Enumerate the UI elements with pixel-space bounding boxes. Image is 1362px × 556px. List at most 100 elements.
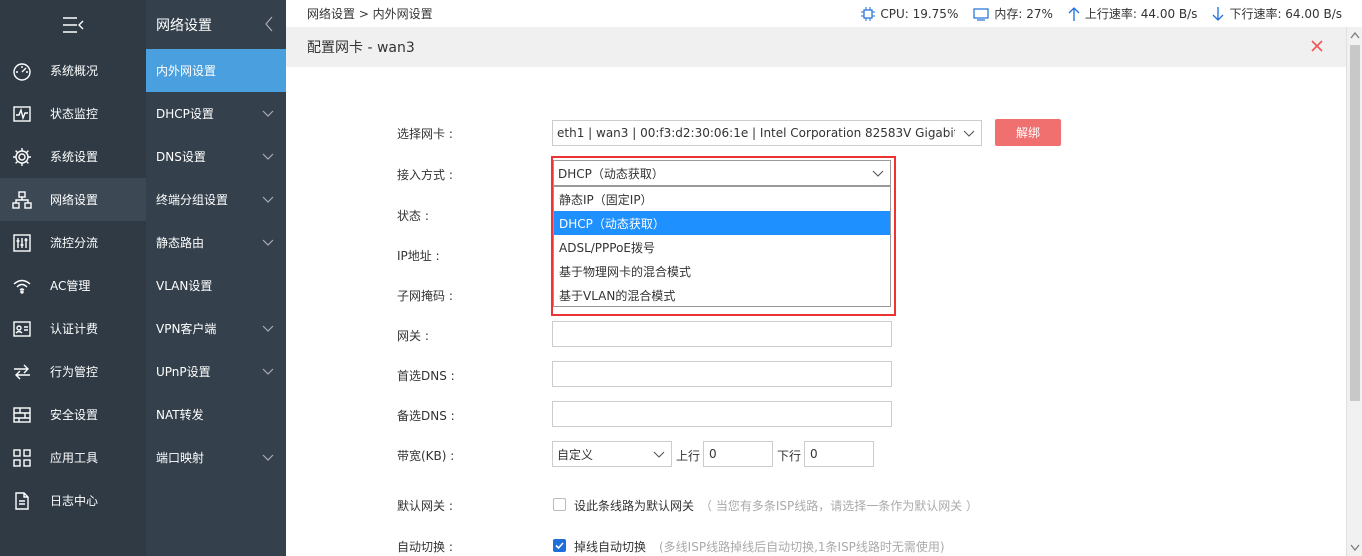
submenu-item-label: DNS设置 (156, 150, 206, 164)
sidebar-item-label: 状态监控 (50, 107, 99, 121)
sidebar-item-label: AC管理 (50, 279, 91, 293)
chevron-down-icon (262, 368, 274, 375)
ip-label: IP地址 : (397, 249, 440, 263)
submenu-item-7[interactable]: UPnP设置 (146, 350, 286, 393)
submenu-item-label: 内外网设置 (156, 64, 217, 78)
panel-title: 配置网卡 - wan3 (307, 40, 415, 56)
submenu-item-label: DHCP设置 (156, 107, 214, 121)
chevron-down-icon (963, 130, 975, 137)
submenu-item-label: VLAN设置 (156, 279, 213, 293)
top-status-bar: 网络设置 > 内外网设置 CPU: 19.75% 内存: 27% 上行速率: 4… (286, 0, 1362, 27)
memory-icon (973, 7, 989, 21)
submenu-item-9[interactable]: 端口映射 (146, 436, 286, 479)
upload-bw-input[interactable]: 0 (703, 441, 773, 467)
chevron-down-icon (262, 454, 274, 461)
menu-collapse-icon (63, 16, 84, 33)
highlight-box (551, 156, 896, 316)
cpu-stat: CPU: 19.75% (860, 6, 958, 22)
status-label: 状态 : (397, 209, 429, 223)
gateway-label: 网关 : (397, 329, 429, 343)
chevron-down-icon (262, 110, 274, 117)
auto-switch-hint: (多线ISP线路掉线后自动切换,1条ISP线路时无需使用) (659, 540, 945, 554)
primary-dns-label: 首选DNS : (397, 369, 455, 383)
sidebar-item-6[interactable]: 认证计费 (0, 307, 146, 350)
bandwidth-label: 带宽(KB) : (397, 449, 455, 463)
sidebar-item-label: 系统设置 (50, 150, 99, 164)
log-icon (11, 491, 33, 511)
submenu-item-6[interactable]: VPN客户端 (146, 307, 286, 350)
menu-toggle-button[interactable] (0, 0, 146, 49)
upload-stat: 上行速率: 44.00 B/s (1067, 5, 1197, 22)
scrollbar-thumb[interactable] (1350, 45, 1360, 401)
sidebar-item-label: 行为管控 (50, 365, 99, 379)
dashboard-icon (11, 61, 33, 81)
id-card-icon (11, 319, 33, 339)
sidebar-item-label: 系统概况 (50, 64, 99, 78)
auto-switch-checkbox[interactable] (553, 539, 566, 552)
scroll-down-icon[interactable] (1350, 544, 1360, 552)
network-icon (11, 190, 33, 210)
chevron-down-icon (262, 196, 274, 203)
memory-value: 内存: 27% (994, 7, 1053, 21)
default-gateway-checkbox-label[interactable]: 设此条线路为默认网关 (574, 497, 694, 514)
nic-select[interactable]: eth1 | wan3 | 00:f3:d2:30:06:1e | Intel … (552, 120, 982, 146)
sub-menu: 网络设置 内外网设置 DHCP设置 DNS设置终端分组设置 静态路由 VLAN设置 VPN… (146, 0, 286, 556)
unbind-button[interactable]: 解绑 (995, 119, 1061, 146)
bandwidth-mode-select[interactable]: 自定义 (552, 441, 672, 467)
auto-switch-checkbox-label[interactable]: 掉线自动切换 (574, 538, 646, 555)
sidebar-item-9[interactable]: 应用工具 (0, 436, 146, 479)
chevron-down-icon (262, 153, 274, 160)
default-gateway-label: 默认网关 : (397, 499, 453, 513)
default-gateway-hint: （ 当您有多条ISP线路，请选择一条作为默认网关 ） (700, 499, 979, 513)
submenu-item-label: 终端分组设置 (156, 193, 229, 207)
sidebar-item-3[interactable]: 网络设置 (0, 178, 146, 221)
sidebar-item-5[interactable]: AC管理 (0, 264, 146, 307)
sidebar-item-label: 安全设置 (50, 408, 99, 422)
download-stat: 下行速率: 64.00 B/s (1211, 5, 1342, 22)
main-sidebar: 系统概况状态监控系统设置网络设置流控分流 AC管理认证计费行为管控安全设置应用工具… (0, 0, 146, 556)
submenu-item-label: 静态路由 (156, 236, 205, 250)
gateway-input[interactable] (552, 321, 892, 347)
submenu-item-1[interactable]: DHCP设置 (146, 92, 286, 135)
submenu-item-3[interactable]: 终端分组设置 (146, 178, 286, 221)
submenu-item-8[interactable]: NAT转发 (146, 393, 286, 436)
breadcrumb: 网络设置 > 内外网设置 (307, 7, 433, 21)
sidebar-item-label: 应用工具 (50, 451, 99, 465)
submenu-item-5[interactable]: VLAN设置 (146, 264, 286, 307)
secondary-dns-input[interactable] (552, 401, 892, 427)
sidebar-item-1[interactable]: 状态监控 (0, 92, 146, 135)
download-bw-label: 下行 (777, 449, 802, 463)
monitor-icon (11, 104, 33, 124)
bandwidth-mode-value: 自定义 (557, 447, 594, 462)
sidebar-item-4[interactable]: 流控分流 (0, 221, 146, 264)
submenu-header[interactable]: 网络设置 (146, 0, 286, 49)
submenu-item-2[interactable]: DNS设置 (146, 135, 286, 178)
download-bw-input[interactable]: 0 (804, 441, 874, 467)
sidebar-item-8[interactable]: 安全设置 (0, 393, 146, 436)
sidebar-item-2[interactable]: 系统设置 (0, 135, 146, 178)
sidebar-item-label: 流控分流 (50, 236, 99, 250)
submenu-item-4[interactable]: 静态路由 (146, 221, 286, 264)
chevron-down-icon (262, 325, 274, 332)
sidebar-item-10[interactable]: 日志中心 (0, 479, 146, 522)
submenu-item-0[interactable]: 内外网设置 (146, 49, 286, 92)
cpu-icon (861, 6, 876, 21)
primary-dns-input[interactable] (552, 361, 892, 387)
close-icon[interactable] (1310, 39, 1324, 53)
sidebar-item-7[interactable]: 行为管控 (0, 350, 146, 393)
scroll-up-icon[interactable] (1350, 31, 1360, 39)
gear-icon (11, 147, 33, 167)
submenu-item-label: UPnP设置 (156, 365, 211, 379)
memory-stat: 内存: 27% (972, 5, 1053, 22)
submenu-title: 网络设置 (156, 17, 212, 34)
chevron-left-icon[interactable] (264, 16, 274, 32)
default-gateway-checkbox[interactable] (553, 498, 566, 511)
chevron-down-icon (262, 239, 274, 246)
arrow-up-icon (1068, 6, 1080, 21)
vertical-scrollbar[interactable] (1346, 27, 1362, 556)
sidebar-item-0[interactable]: 系统概况 (0, 49, 146, 92)
swap-arrows-icon (11, 362, 33, 382)
nic-label: 选择网卡 : (397, 127, 453, 141)
secondary-dns-label: 备选DNS : (397, 409, 455, 423)
system-stats: CPU: 19.75% 内存: 27% 上行速率: 44.00 B/s 下行速率… (846, 5, 1342, 22)
